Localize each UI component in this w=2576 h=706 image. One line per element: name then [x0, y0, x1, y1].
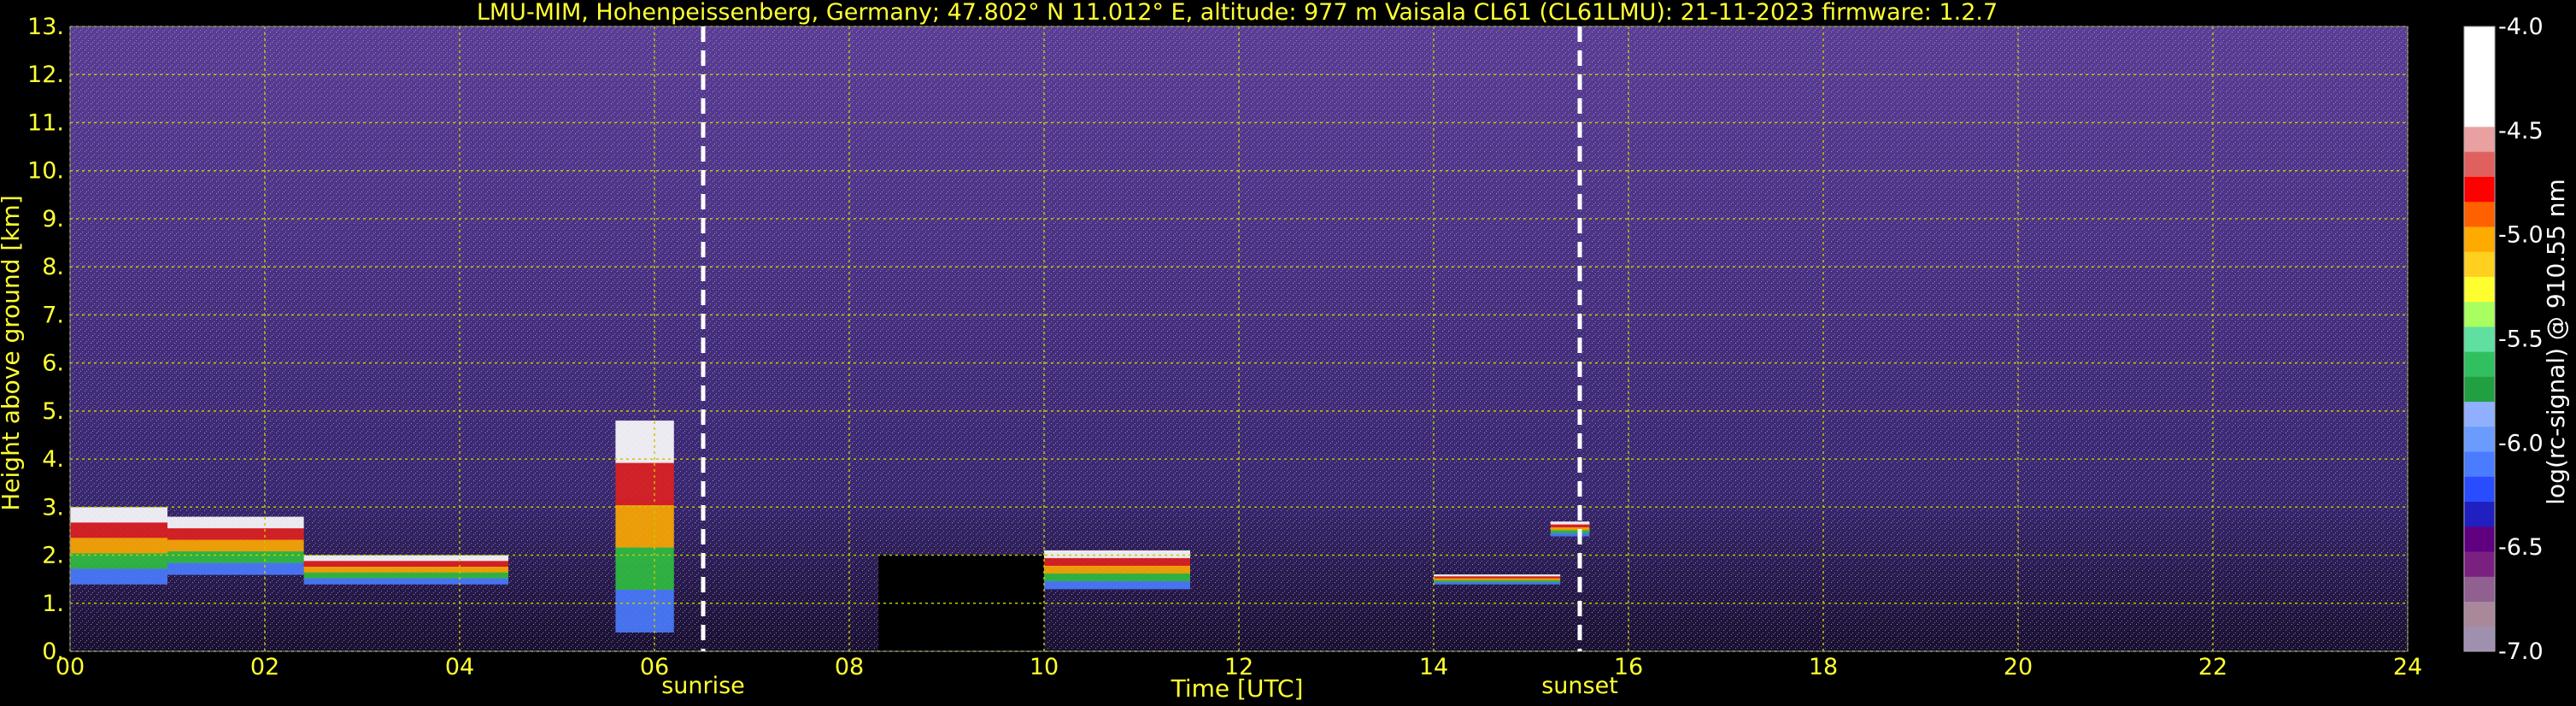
colorbar-segment	[2464, 126, 2495, 152]
x-tick-label: 18	[1809, 654, 1838, 680]
colorbar-segment	[2464, 76, 2495, 103]
cloud-layer-band	[167, 516, 304, 529]
x-tick-label: 08	[835, 654, 864, 680]
colorbar-segment	[2464, 526, 2495, 552]
cloud-layer-band	[167, 528, 304, 541]
cloud-layer-band	[70, 507, 167, 523]
colorbar-segment	[2464, 301, 2495, 327]
cloud-layer-band	[1550, 530, 1590, 534]
y-axis-label: Height above ground [km]	[0, 195, 25, 511]
cloud-layer-band	[615, 421, 674, 464]
colorbar-segment	[2464, 201, 2495, 227]
cloud-layer-band	[1550, 524, 1590, 528]
x-tick-label: 04	[445, 654, 474, 680]
y-tick-label: 12.	[27, 62, 64, 88]
x-tick-label: 10	[1030, 654, 1059, 680]
x-tick-label: 22	[2198, 654, 2227, 680]
colorbar-segment	[2464, 476, 2495, 503]
y-tick-label: 9.	[42, 206, 64, 232]
colorbar-segment	[2464, 576, 2495, 603]
y-tick-label: 10.	[27, 158, 64, 185]
y-tick-label: 4.	[42, 446, 64, 473]
colorbar-tick-label: -6.5	[2498, 534, 2544, 561]
plot-area	[69, 26, 2409, 652]
colorbar: -4.0 -4.5 -5.0 -5.5 -6.0 -6.5 -7.0	[2463, 14, 2544, 665]
colorbar-segment	[2464, 401, 2495, 427]
annotation-label: sunrise	[661, 673, 745, 699]
colorbar-tick-label: -7.0	[2498, 638, 2544, 665]
cloud-layer-band	[1044, 565, 1190, 574]
colorbar-segment	[2464, 551, 2495, 577]
x-tick-label: 16	[1614, 654, 1643, 680]
colorbar-segment	[2464, 101, 2495, 127]
cloud-layer-band	[303, 578, 508, 585]
cloud-layer-band	[303, 561, 508, 568]
colorbar-tick-label: -5.5	[2498, 327, 2544, 353]
colorbar-tick-label: -4.5	[2498, 118, 2544, 144]
ceilometer-chart: LMU-MIM, Hohenpeissenberg, Germany; 47.8…	[0, 0, 2570, 703]
y-tick-label: 8.	[42, 254, 64, 280]
cloud-layer-band	[70, 522, 167, 538]
colorbar-segment	[2464, 226, 2495, 252]
y-tick-label: 3.	[42, 494, 64, 521]
cloud-layer-band	[70, 568, 167, 585]
x-tick-label: 02	[250, 654, 279, 680]
cloud-layer-band	[615, 505, 674, 549]
cloud-layer-band	[167, 551, 304, 564]
colorbar-label: log(rc-signal) @ 910.55 nm	[2542, 179, 2570, 504]
x-axis-label: Time [UTC]	[1171, 674, 1304, 703]
colorbar-tick-label: -4.0	[2498, 14, 2544, 40]
cloud-layer-band	[1044, 580, 1190, 590]
colorbar-segment	[2464, 351, 2495, 377]
cloud-layer-band	[70, 538, 167, 554]
x-tick-label: 14	[1419, 654, 1448, 680]
colorbar-segment	[2464, 51, 2495, 77]
colorbar-tick-label: -6.0	[2498, 430, 2544, 456]
chart-title: LMU-MIM, Hohenpeissenberg, Germany; 47.8…	[477, 0, 1998, 26]
annotation-label: sunset	[1541, 673, 1618, 699]
cloud-layer-band	[615, 590, 674, 633]
colorbar-segment	[2464, 376, 2495, 403]
y-tick-label: 11.	[27, 109, 64, 136]
cloud-layer-band	[1044, 573, 1190, 582]
cloud-layer-band	[1434, 582, 1561, 585]
cloud-layer-band	[167, 539, 304, 552]
colorbar-segment	[2464, 501, 2495, 527]
cloud-layer-band	[303, 567, 508, 574]
colorbar-segment	[2464, 151, 2495, 177]
colorbar-segment	[2464, 276, 2495, 303]
cloud-layer-band	[1550, 521, 1590, 526]
colorbar-segment	[2464, 326, 2495, 352]
colorbar-segment	[2464, 26, 2495, 52]
cloud-layer-band	[303, 555, 508, 562]
y-tick-label: 7.	[42, 302, 64, 328]
colorbar-segment	[2464, 451, 2495, 477]
colorbar-segment	[2464, 176, 2495, 203]
y-tick-label: 0.	[42, 638, 64, 665]
cloud-layer-band	[1550, 527, 1590, 531]
cloud-layer-band	[615, 547, 674, 591]
y-tick-label: 13.	[27, 14, 64, 40]
colorbar-segment	[2464, 601, 2495, 627]
cloud-layer-band	[303, 572, 508, 580]
y-tick-label: 2.	[42, 543, 64, 569]
cloud-layer-band	[167, 562, 304, 575]
x-tick-label: 24	[2393, 654, 2422, 680]
y-tick-label: 6.	[42, 350, 64, 377]
y-axis-ticks: 0. 1. 2. 3. 4. 5. 6. 7. 8. 9. 10. 11. 12. 13.	[27, 14, 64, 665]
cloud-layer-band	[1044, 550, 1190, 559]
colorbar-segment	[2464, 626, 2495, 652]
y-tick-label: 1.	[42, 591, 64, 617]
cloud-layer-band	[1550, 532, 1590, 537]
cloud-layer-band	[1044, 557, 1190, 567]
y-tick-label: 5.	[42, 398, 64, 425]
colorbar-segment	[2464, 251, 2495, 277]
cloud-layer-band	[615, 462, 674, 506]
colorbar-tick-label: -5.0	[2498, 222, 2544, 249]
colorbar-segment	[2464, 426, 2495, 452]
x-tick-label: 20	[2004, 654, 2033, 680]
